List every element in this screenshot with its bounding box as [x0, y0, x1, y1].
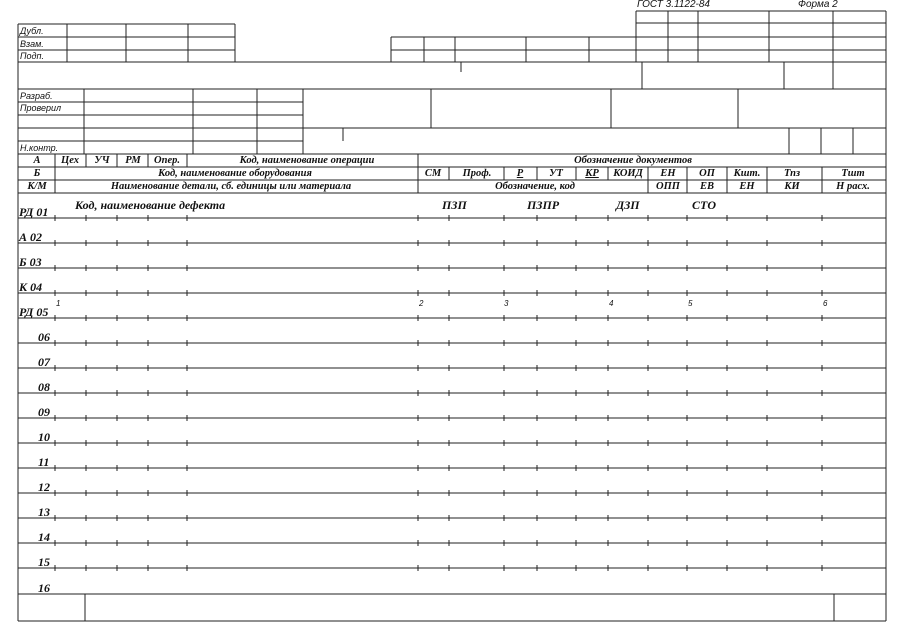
row-13-label: 13 [38, 505, 50, 519]
row-01-dzp: ДЗП [616, 198, 640, 212]
col-en: ЕН [660, 168, 676, 179]
row-01-defect: Код, наименование дефекта [75, 198, 226, 212]
route-card-form: ГОСТ 3.1122-84 Форма 2 Дубл. Взам. Подп.… [0, 0, 900, 635]
row-05-mark-2: 2 [419, 299, 424, 308]
form-number: Форма 2 [798, 0, 838, 10]
row-05-mark-3: 3 [504, 299, 509, 308]
col-ki: КИ [784, 181, 800, 192]
row-01-pzp: ПЗП [442, 198, 467, 212]
row-10-label: 10 [38, 430, 50, 444]
col-uch: УЧ [94, 155, 110, 166]
col-sm: СМ [424, 168, 442, 179]
row-05-mark-6: 6 [823, 299, 828, 308]
razrab-label: Разраб. [20, 91, 53, 101]
row-09-label: 09 [38, 405, 50, 419]
col-t-sht: Тшт [841, 168, 865, 179]
col-koid: КОИД [613, 168, 643, 179]
row-16-label: 16 [38, 581, 50, 595]
row-01-pzpr: ПЗПР [527, 198, 560, 212]
col-kod-oper: Код, наименование операции [239, 155, 375, 166]
col-kod-obor: Код, наименование оборудования [158, 168, 312, 179]
col-prof: Проф. [462, 168, 492, 179]
row-07-label: 07 [38, 355, 50, 369]
col-kr: КР [585, 168, 599, 179]
row-05-mark-5: 5 [688, 299, 693, 308]
col-naim: Наименование детали, сб. единицы или мат… [110, 181, 352, 192]
row-06-label: 06 [38, 330, 50, 344]
row-12-label: 12 [38, 480, 50, 494]
row-01-sto: СТО [692, 198, 716, 212]
col-b: Б [33, 168, 41, 179]
col-oper: Опер. [154, 155, 180, 166]
col-ut: УТ [549, 168, 563, 179]
row-03-label: Б 03 [19, 255, 42, 269]
col-opp: ОПП [656, 181, 680, 192]
row-08-label: 08 [38, 380, 50, 394]
col-k-sht: Кшт. [733, 168, 761, 179]
row-01-label: РД 01 [19, 205, 49, 219]
col-ceh: Цех [61, 155, 79, 166]
col-a: А [33, 155, 41, 166]
col-t-pz: Тпз [783, 168, 801, 179]
col-km: К/М [27, 181, 47, 192]
form-grid-lines [17, 10, 887, 622]
dubl-label: Дубл. [20, 26, 44, 36]
col-r: Р [516, 168, 524, 179]
col-ev: ЕВ [699, 181, 715, 192]
row-04-label: К 04 [19, 280, 43, 294]
col-oboz-doc: Обозначение документов [574, 155, 692, 166]
col-oboz-kod: Обозначение, код [495, 181, 575, 192]
gost-number: ГОСТ 3.1122-84 [637, 0, 710, 10]
col-op: ОП [699, 168, 715, 179]
col-n-rash: Н расх. [836, 181, 870, 192]
podp-label: Подп. [20, 51, 44, 61]
row-15-label: 15 [38, 555, 50, 569]
row-14-label: 14 [38, 530, 50, 544]
col-rm: РМ [125, 155, 141, 166]
n-kontr-label: Н.контр. [20, 143, 59, 153]
vzam-label: Взам. [20, 39, 44, 49]
row-11-label: 11 [38, 455, 50, 469]
row-02-label: А 02 [19, 230, 43, 244]
row-05-label: РД 05 [19, 305, 49, 319]
row-05-mark-4: 4 [609, 299, 614, 308]
col-en2: ЕН [739, 181, 755, 192]
proveril-label: Проверил [20, 103, 62, 113]
row-05-mark-1: 1 [56, 299, 61, 308]
